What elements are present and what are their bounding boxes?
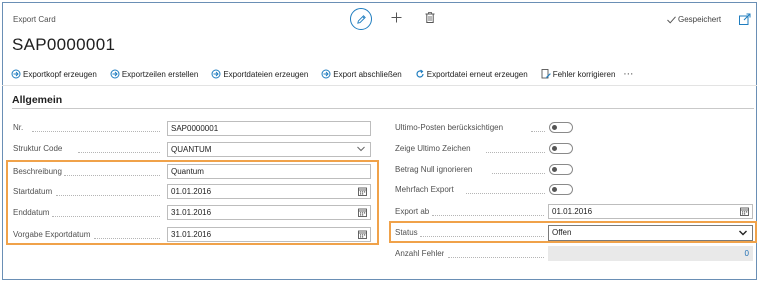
ultimo-zeichen-dots	[486, 152, 545, 153]
action-label: Fehler korrigieren	[552, 69, 616, 79]
refresh-icon	[416, 69, 424, 78]
delete-button[interactable]	[423, 10, 437, 24]
action-label: Exportzeilen erstellen	[121, 69, 199, 79]
action-exportdateien-erzeugen[interactable]: Exportdateien erzeugen	[211, 69, 308, 79]
anzahl-fehler-label: Anzahl Fehler	[395, 249, 445, 258]
arrow-right-circle-icon	[321, 69, 331, 79]
arrow-right-circle-icon	[11, 69, 21, 79]
action-export-abschliessen[interactable]: Export abschließen	[321, 69, 402, 79]
struktur-code-label: Struktur Code	[13, 144, 63, 153]
nr-label: Nr.	[13, 123, 24, 132]
ultimo-zeichen-toggle[interactable]	[549, 143, 573, 154]
anzahl-fehler-value[interactable]: 0	[548, 246, 753, 261]
action-exportdatei-erneut-erzeugen[interactable]: Exportdatei erneut erzeugen	[415, 69, 528, 79]
calendar-icon[interactable]	[740, 207, 749, 216]
pencil-icon	[356, 14, 366, 24]
arrow-right-circle-icon	[211, 69, 221, 79]
export-ab-value: 01.01.2016	[552, 207, 593, 216]
expand-icon	[739, 13, 751, 25]
action-bar-divider	[2, 85, 757, 86]
open-in-new-window-button[interactable]	[739, 12, 751, 25]
trash-icon	[425, 11, 435, 23]
highlight-frame-left	[6, 160, 379, 245]
ultimo-zeichen-label: Zeige Ultimo Zeichen	[395, 144, 471, 153]
struktur-code-dots	[78, 152, 160, 153]
action-label: Exportdatei erneut erzeugen	[426, 69, 528, 79]
chevron-down-icon	[357, 146, 365, 152]
document-edit-icon	[541, 69, 551, 79]
nr-dots	[32, 131, 160, 132]
new-button[interactable]	[389, 10, 403, 24]
betrag-null-dots	[492, 173, 545, 174]
ultimo-posten-label: Ultimo-Posten berücksichtigen	[395, 123, 504, 132]
arrow-right-circle-icon	[110, 69, 120, 79]
nr-value: SAP0000001	[171, 124, 219, 133]
struktur-code-select[interactable]: QUANTUM	[167, 142, 371, 157]
saved-label: Gespeichert	[678, 15, 722, 24]
mehrfach-export-dots	[466, 193, 545, 194]
section-divider	[12, 108, 754, 109]
saved-status: Gespeichert	[667, 15, 721, 24]
action-exportkopf-erzeugen[interactable]: Exportkopf erzeugen	[11, 69, 97, 79]
highlight-frame-status	[389, 221, 757, 243]
nr-field[interactable]: SAP0000001	[167, 121, 371, 136]
action-label: Export abschließen	[333, 69, 402, 79]
export-ab-field[interactable]: 01.01.2016	[548, 204, 753, 219]
mehrfach-export-label: Mehrfach Export	[395, 185, 454, 194]
action-bar: Exportkopf erzeugen Exportzeilen erstell…	[11, 67, 634, 81]
export-ab-label: Export ab	[395, 207, 430, 216]
ultimo-posten-dots	[531, 131, 545, 132]
page-caption: Export Card	[13, 15, 56, 24]
export-ab-dots	[432, 215, 544, 216]
section-title[interactable]: Allgemein	[12, 94, 62, 106]
mehrfach-export-toggle[interactable]	[549, 184, 573, 195]
checkmark-icon	[667, 15, 676, 24]
betrag-null-toggle[interactable]	[549, 164, 573, 175]
action-fehler-korrigieren[interactable]: Fehler korrigieren	[541, 69, 616, 79]
ultimo-posten-toggle[interactable]	[549, 122, 573, 133]
betrag-null-label: Betrag Null ignorieren	[395, 165, 473, 174]
action-exportzeilen-erstellen[interactable]: Exportzeilen erstellen	[110, 69, 198, 79]
action-label: Exportkopf erzeugen	[23, 69, 97, 79]
more-actions-ellipsis[interactable]: ⋯	[623, 69, 634, 80]
page-title: SAP0000001	[12, 35, 116, 54]
plus-icon	[391, 12, 401, 22]
action-label: Exportdateien erzeugen	[223, 69, 309, 79]
edit-button[interactable]	[350, 8, 372, 30]
anzahl-fehler-dots	[448, 257, 544, 258]
struktur-code-value: QUANTUM	[171, 145, 212, 154]
